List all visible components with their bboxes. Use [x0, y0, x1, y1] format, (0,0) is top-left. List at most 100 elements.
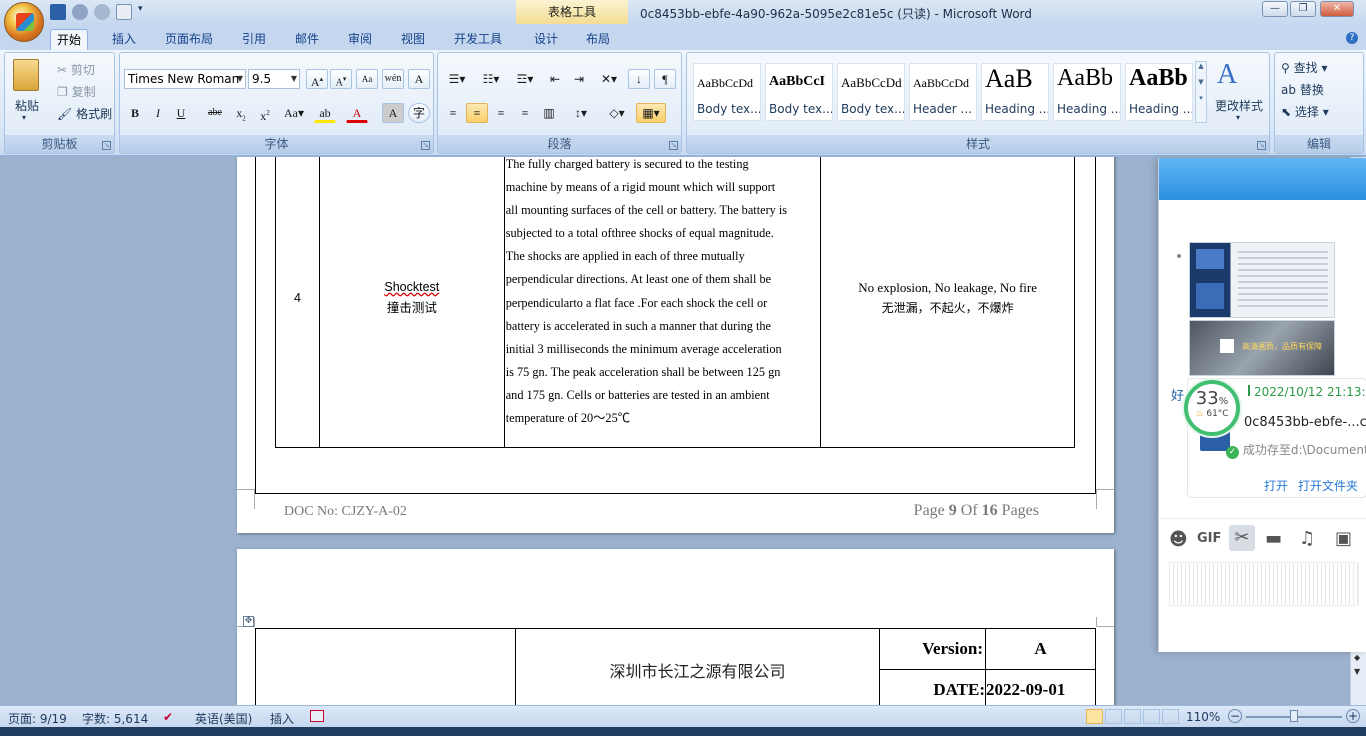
date-label[interactable]: DATE:	[879, 669, 986, 705]
open-link[interactable]: 打开	[1264, 477, 1288, 494]
bold-icon[interactable]: B	[124, 103, 146, 123]
font-launcher-icon[interactable]: ↘	[421, 141, 430, 150]
multilevel-list-icon[interactable]: ☲▾	[510, 69, 540, 89]
zoom-in-icon[interactable]: +	[1346, 709, 1360, 723]
tab-developer[interactable]: 开发工具	[448, 29, 508, 51]
phonetic-guide-icon[interactable]: wén	[382, 69, 404, 89]
bullets-icon[interactable]: ☰▾	[442, 69, 472, 89]
tab-layout[interactable]: 布局	[580, 29, 616, 51]
scissors-icon[interactable]: ✂	[1229, 525, 1255, 551]
tab-references[interactable]: 引用	[236, 29, 272, 51]
subscript-icon[interactable]: x2	[230, 103, 252, 123]
office-button[interactable]	[4, 2, 44, 42]
tab-insert[interactable]: 插入	[106, 29, 142, 51]
version-label[interactable]: Version:	[879, 628, 986, 670]
line-spacing-icon[interactable]: ↕▾	[566, 103, 596, 123]
style-header[interactable]: AaBbCcDd Header ...	[909, 63, 977, 121]
customize-qat-icon[interactable]: ▾	[138, 4, 146, 20]
print-layout-icon[interactable]	[1086, 709, 1103, 724]
screenshot-preview[interactable]	[1169, 562, 1359, 606]
tab-page-layout[interactable]: 页面布局	[159, 29, 219, 51]
restore-button[interactable]: ❐	[1290, 1, 1316, 17]
distributed-icon[interactable]: ▥	[538, 103, 560, 123]
tab-review[interactable]: 审阅	[342, 29, 378, 51]
minimize-button[interactable]: —	[1262, 1, 1288, 17]
paste-dropdown-icon[interactable]: ▾	[22, 113, 26, 122]
align-right-icon[interactable]: ≡	[490, 103, 512, 123]
shrink-font-icon[interactable]: A▾	[330, 69, 352, 89]
find-button[interactable]: ⚲ 查找 ▾	[1281, 59, 1327, 76]
zoom-slider-thumb[interactable]	[1290, 710, 1298, 722]
save-icon[interactable]	[50, 4, 66, 20]
numbering-icon[interactable]: ☷▾	[476, 69, 506, 89]
character-shading-icon[interactable]: A	[382, 103, 404, 123]
gif-icon[interactable]: GIF	[1197, 531, 1221, 546]
zoom-level[interactable]: 110%	[1186, 710, 1220, 724]
test-name-cell[interactable]: Shocktest 撞击测试	[318, 157, 505, 448]
open-folder-link[interactable]: 打开文件夹	[1298, 477, 1358, 494]
sort-icon[interactable]: ↓	[628, 69, 650, 89]
tab-design[interactable]: 设计	[528, 29, 564, 51]
criteria-cell[interactable]: No explosion, No leakage, No fire 无泄漏，不起…	[820, 157, 1075, 448]
paragraph-launcher-icon[interactable]: ↘	[669, 141, 678, 150]
table-move-handle-icon[interactable]: ✥	[243, 616, 254, 627]
tab-view[interactable]: 视图	[395, 29, 431, 51]
superscript-icon[interactable]: x2	[254, 103, 276, 123]
promo-image[interactable]: 高清画质，品质有保障	[1189, 320, 1335, 376]
print-preview-icon[interactable]	[116, 4, 132, 20]
style-body-text-1[interactable]: AaBbCcDd Body tex...	[693, 63, 761, 121]
folder-icon[interactable]: ▬	[1265, 528, 1282, 549]
copy-button[interactable]: ❐ 复制	[57, 83, 96, 100]
emoji-icon[interactable]: ☻	[1169, 529, 1188, 550]
company-cell[interactable]: 深圳市长江之源有限公司	[515, 628, 880, 705]
style-heading-1[interactable]: AaB Heading ...	[981, 63, 1049, 121]
highlight-icon[interactable]: ab	[314, 103, 336, 123]
clipboard-launcher-icon[interactable]: ↘	[102, 141, 111, 150]
date-value[interactable]: 2022-09-01	[985, 669, 1096, 705]
font-name-select[interactable]: Times New Roman ▼	[124, 69, 246, 89]
italic-icon[interactable]: I	[147, 103, 169, 123]
change-styles-icon[interactable]: A	[1217, 59, 1237, 91]
macro-record-icon[interactable]	[310, 710, 324, 722]
change-case-icon[interactable]: Aa▾	[280, 103, 308, 123]
strikethrough-icon[interactable]: abe	[204, 103, 226, 123]
web-layout-icon[interactable]	[1124, 709, 1141, 724]
styles-scroll[interactable]: ▲ ▼ ▾	[1195, 61, 1207, 123]
align-left-icon[interactable]: ≡	[442, 103, 464, 123]
full-screen-reading-icon[interactable]	[1105, 709, 1122, 724]
shading-icon[interactable]: ◇▾	[602, 103, 632, 123]
draft-icon[interactable]	[1162, 709, 1179, 724]
grow-font-icon[interactable]: A▴	[306, 69, 328, 89]
image-icon[interactable]: ▣	[1335, 528, 1352, 549]
undo-icon[interactable]	[72, 4, 88, 20]
redo-icon[interactable]	[94, 4, 110, 20]
asian-layout-icon[interactable]: ✕▾	[594, 69, 624, 89]
styles-launcher-icon[interactable]: ↘	[1257, 141, 1266, 150]
style-heading-3[interactable]: AaBb Heading ...	[1125, 63, 1193, 121]
change-styles-button[interactable]: 更改样式	[1215, 97, 1263, 114]
cut-button[interactable]: ✂ 剪切	[57, 61, 95, 78]
style-body-text-3[interactable]: AaBbCcDd Body tex...	[837, 63, 905, 121]
justify-icon[interactable]: ≡	[514, 103, 536, 123]
tab-mailings[interactable]: 邮件	[289, 29, 325, 51]
character-border-icon[interactable]: A	[408, 69, 430, 89]
style-heading-2[interactable]: AaBb Heading ...	[1053, 63, 1121, 121]
file-name[interactable]: 0c8453bb-ebfe-...c.c	[1244, 415, 1366, 430]
word-count[interactable]: 字数: 5,614	[82, 710, 148, 727]
increase-indent-icon[interactable]: ⇥	[568, 69, 590, 89]
insert-mode[interactable]: 插入	[270, 710, 294, 727]
help-icon[interactable]: ?	[1346, 32, 1358, 44]
borders-icon[interactable]: ▦▾	[636, 103, 666, 123]
font-color-icon[interactable]: A	[346, 103, 368, 123]
decrease-indent-icon[interactable]: ⇤	[544, 69, 566, 89]
style-body-text-2[interactable]: AaBbCcI Body tex...	[765, 63, 833, 121]
enclose-characters-icon[interactable]: 字	[408, 103, 430, 123]
procedure-cell[interactable]: The fully charged battery is secured to …	[503, 157, 822, 448]
outline-icon[interactable]	[1143, 709, 1160, 724]
proofing-icon[interactable]: ✔	[163, 710, 173, 724]
music-icon[interactable]: ♫	[1299, 528, 1315, 549]
underline-icon[interactable]: U	[170, 103, 192, 123]
format-painter-button[interactable]: 🖌 格式刷	[57, 105, 112, 122]
replace-button[interactable]: ab 替换	[1281, 81, 1324, 98]
close-button[interactable]: ✕	[1320, 1, 1354, 17]
